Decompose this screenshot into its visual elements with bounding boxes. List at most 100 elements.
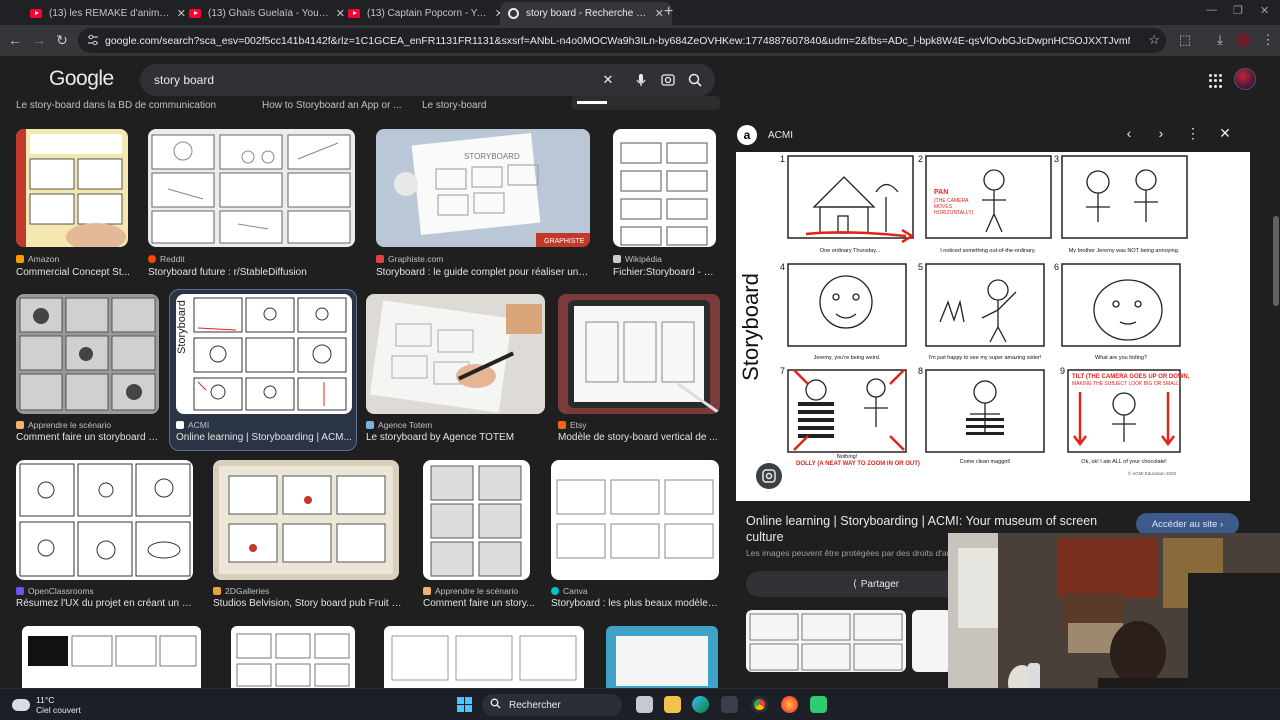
result-source: Canva bbox=[551, 586, 588, 596]
result-image[interactable] bbox=[551, 460, 719, 580]
result-source: Reddit bbox=[148, 254, 185, 264]
tab-3[interactable]: (13) Captain Popcorn - YouTub ✕ bbox=[340, 2, 512, 25]
app-icon[interactable] bbox=[810, 696, 827, 713]
result-image[interactable] bbox=[423, 460, 530, 580]
tab-label: story board - Recherche Google bbox=[526, 8, 649, 19]
lens-camera-icon[interactable] bbox=[660, 72, 676, 88]
edge-icon[interactable] bbox=[692, 696, 709, 713]
tab-2[interactable]: (13) Ghaïs Guelaïa - YouTube ✕ bbox=[181, 2, 353, 25]
result-source: OpenClassrooms bbox=[16, 586, 94, 596]
visit-site-button[interactable]: Accéder au site › bbox=[1136, 513, 1239, 535]
youtube-icon bbox=[189, 9, 201, 18]
result-title[interactable]: Comment faire un storyboard ?... bbox=[16, 432, 161, 443]
related-image[interactable] bbox=[746, 610, 906, 672]
result-image[interactable] bbox=[366, 294, 545, 414]
browser-toolbar: ← → ↻ google.com/search?sca_esv=002f5cc1… bbox=[0, 25, 1280, 56]
extensions-icon[interactable]: ⬚ bbox=[1178, 33, 1192, 47]
tab-1[interactable]: (13) les REMAKE d'anime : pour ✕ bbox=[22, 2, 194, 25]
result-image[interactable] bbox=[613, 129, 716, 247]
agence-totem-icon bbox=[366, 421, 374, 429]
svg-text:7: 7 bbox=[780, 366, 785, 376]
panel-source[interactable]: ACMI bbox=[768, 130, 793, 141]
weather-widget[interactable]: 11°C Ciel couvert bbox=[12, 695, 81, 715]
result-title[interactable]: Résumez l'UX du projet en créant un st..… bbox=[16, 598, 193, 609]
maximize-icon[interactable]: ❐ bbox=[1233, 4, 1243, 17]
close-panel-icon[interactable]: ✕ bbox=[1217, 125, 1233, 142]
download-icon[interactable]: ⤓ bbox=[1213, 33, 1227, 47]
svg-text:I'm just happy to see my super: I'm just happy to see my super amazing s… bbox=[929, 355, 1042, 361]
result-title[interactable]: Storyboard : les plus beaux modèles... bbox=[551, 598, 721, 609]
back-icon[interactable]: ← bbox=[6, 32, 24, 48]
google-apps-icon[interactable] bbox=[1209, 74, 1223, 88]
result-title[interactable]: Fichier:Storyboard - E... bbox=[613, 267, 718, 278]
new-tab-icon[interactable]: + bbox=[664, 3, 673, 21]
window-close-icon[interactable]: ✕ bbox=[1260, 4, 1269, 17]
result-image[interactable] bbox=[558, 294, 720, 414]
search-query: story board bbox=[154, 73, 215, 87]
acmi-logo-icon: a bbox=[737, 125, 757, 145]
result-title[interactable]: Storyboard : le guide complet pour réali… bbox=[376, 267, 591, 278]
task-view-icon[interactable] bbox=[636, 696, 653, 713]
search-icon bbox=[490, 698, 501, 712]
menu-icon[interactable]: ⋮ bbox=[1261, 33, 1275, 47]
svg-text:I noticed something out-of-the: I noticed something out-of-the-ordinary. bbox=[940, 248, 1036, 254]
result-image[interactable] bbox=[16, 129, 128, 247]
result-caption[interactable]: Le story-board bbox=[422, 100, 486, 111]
result-title[interactable]: Commercial Concept St... bbox=[16, 267, 131, 278]
chrome-icon[interactable] bbox=[751, 696, 768, 713]
reload-icon[interactable]: ↻ bbox=[53, 32, 71, 49]
account-avatar[interactable] bbox=[1234, 68, 1256, 90]
result-image[interactable]: Storyboard bbox=[176, 294, 352, 414]
result-title[interactable]: Studios Belvision, Story board pub Fruit… bbox=[213, 598, 403, 609]
share-icon: ⟨ bbox=[852, 578, 857, 590]
result-title[interactable]: Online learning | Storyboarding | ACM... bbox=[176, 432, 352, 443]
result-caption[interactable]: Le story-board dans la BD de communicati… bbox=[16, 100, 216, 111]
result-image[interactable]: STORYBOARD GRAPHISTE bbox=[376, 129, 590, 247]
tab-active[interactable]: story board - Recherche Google ✕ bbox=[500, 2, 672, 25]
result-image[interactable] bbox=[231, 626, 355, 688]
result-image[interactable] bbox=[213, 460, 399, 580]
result-source: Graphiste.com bbox=[376, 254, 443, 264]
firefox-icon[interactable] bbox=[781, 696, 798, 713]
result-source: 2DGalleries bbox=[213, 586, 269, 596]
close-tab-icon[interactable]: ✕ bbox=[655, 7, 664, 20]
preview-image[interactable]: Storyboard 123 456 789 PAN (THE CAMERA M… bbox=[736, 152, 1250, 501]
search-icon[interactable] bbox=[687, 72, 703, 88]
result-caption[interactable]: How to Storyboard an App or ... bbox=[262, 100, 402, 111]
minimize-icon[interactable]: — bbox=[1206, 4, 1217, 16]
previous-icon[interactable]: ‹ bbox=[1121, 125, 1137, 141]
profile-avatar[interactable] bbox=[1236, 33, 1250, 47]
search-input[interactable]: story board ✕ bbox=[140, 64, 715, 96]
result-image[interactable] bbox=[606, 626, 718, 688]
result-title[interactable]: Modèle de story-board vertical de ... bbox=[558, 432, 720, 443]
forward-icon[interactable]: → bbox=[30, 32, 48, 48]
result-image[interactable] bbox=[16, 460, 193, 580]
bookmark-star-icon[interactable]: ☆ bbox=[1148, 32, 1160, 48]
microphone-icon[interactable] bbox=[633, 72, 649, 88]
result-title[interactable]: Le storyboard by Agence TOTEM bbox=[366, 432, 546, 443]
lens-search-icon[interactable] bbox=[756, 463, 782, 489]
more-options-icon[interactable]: ⋮ bbox=[1185, 125, 1201, 142]
svg-text:PAN: PAN bbox=[934, 189, 948, 196]
address-bar[interactable]: google.com/search?sca_esv=002f5cc141b414… bbox=[78, 28, 1166, 53]
result-image[interactable] bbox=[16, 294, 159, 414]
result-image[interactable] bbox=[148, 129, 355, 247]
windows-start-icon[interactable] bbox=[456, 696, 473, 713]
store-icon[interactable] bbox=[721, 696, 738, 713]
result-image[interactable] bbox=[384, 626, 584, 688]
svg-text:MAKING THE SUBJECT LOOK BIG OR: MAKING THE SUBJECT LOOK BIG OR SMALL) bbox=[1072, 381, 1181, 387]
taskbar-search[interactable]: Rechercher bbox=[482, 694, 622, 716]
result-title[interactable]: Comment faire un story... bbox=[423, 598, 538, 609]
next-icon[interactable]: › bbox=[1153, 125, 1169, 141]
file-explorer-icon[interactable] bbox=[664, 696, 681, 713]
result-thumbnail-cut[interactable] bbox=[572, 96, 720, 110]
google-logo[interactable]: Google bbox=[49, 67, 114, 91]
related-image[interactable] bbox=[912, 610, 952, 672]
result-source: Apprendre le scénario bbox=[423, 586, 518, 596]
result-title[interactable]: Storyboard future : r/StableDiffusion bbox=[148, 267, 358, 278]
site-settings-icon[interactable] bbox=[87, 34, 99, 46]
svg-text:One ordinary Thursday...: One ordinary Thursday... bbox=[820, 248, 881, 254]
url-text: google.com/search?sca_esv=002f5cc141b414… bbox=[105, 34, 1130, 47]
clear-icon[interactable]: ✕ bbox=[600, 72, 616, 88]
result-image[interactable] bbox=[22, 626, 201, 688]
